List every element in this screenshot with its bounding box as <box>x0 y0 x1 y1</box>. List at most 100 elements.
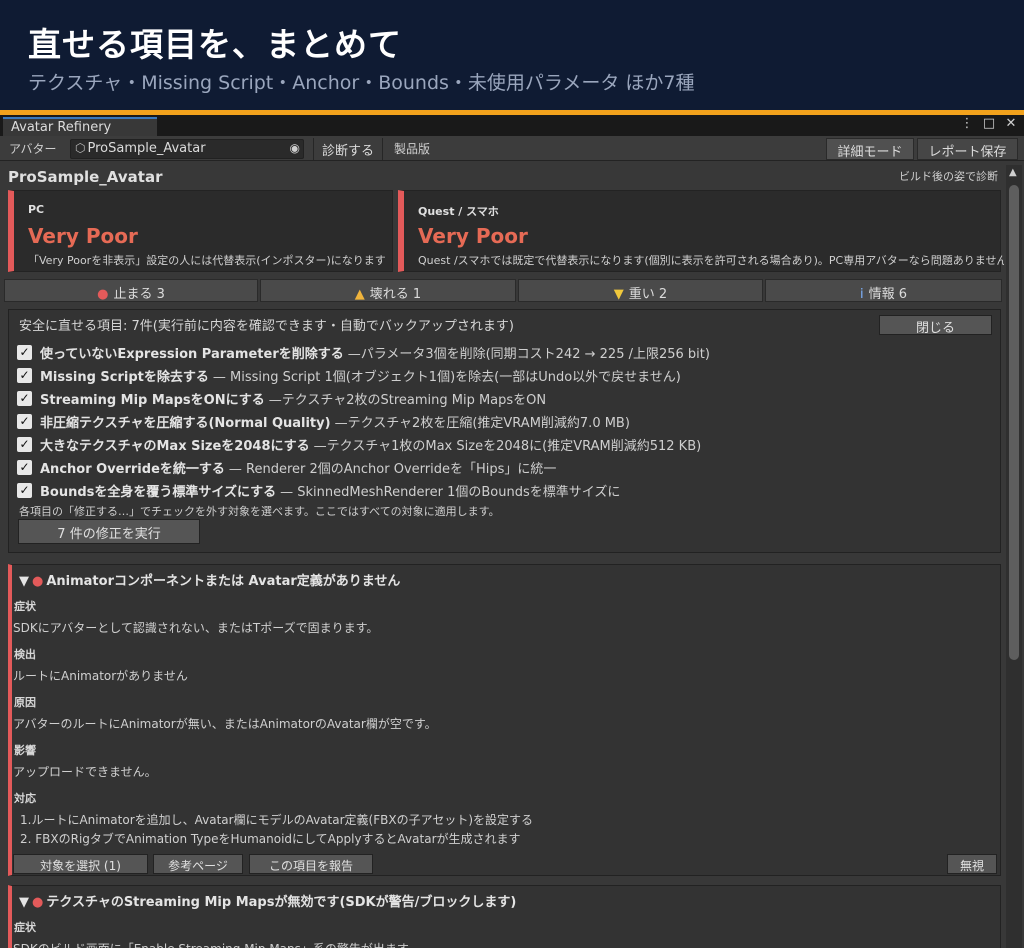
fix-item[interactable]: ✓ 大きなテクスチャのMax Sizeを2048にする —テクスチャ1枚のMax… <box>17 433 701 455</box>
fix-item-title: 使っていないExpression Parameterを削除する <box>40 346 344 362</box>
checkbox-checked-icon[interactable]: ✓ <box>17 436 32 452</box>
red-dot-icon: ● <box>32 895 44 910</box>
avatar-label: アバター <box>9 142 57 156</box>
more-menu-icon[interactable]: ⋮ <box>960 116 974 131</box>
ignore-button[interactable]: 無視 <box>947 854 997 874</box>
detail-mode-toggle[interactable]: 詳細モード <box>826 138 914 160</box>
safe-fix-header: 安全に直せる項目: 7件(実行前に内容を確認できます・自動でバックアップされます… <box>19 319 514 334</box>
quest-performance-rank: Very Poor <box>418 224 528 248</box>
diagnose-button[interactable]: 診断する <box>313 138 383 160</box>
checkbox-checked-icon[interactable]: ✓ <box>17 482 32 498</box>
tab-breaking[interactable]: ▲ 壊れる 1 <box>260 279 516 302</box>
close-icon[interactable]: ✕ <box>1004 116 1018 131</box>
impact-label: 影響 <box>14 744 36 757</box>
fix-step: 1.ルートにAnimatorを追加し、Avatar欄にモデルのAvatar定義(… <box>20 813 534 827</box>
build-note: ビルド後の姿で診断 <box>899 170 998 183</box>
tab-label: 止まる 3 <box>113 287 165 302</box>
fix-item-desc: — SkinnedMeshRenderer 1個のBoundsを標準サイズに <box>280 484 621 500</box>
tab-label: 壊れる 1 <box>369 287 422 302</box>
red-dot-icon: ● <box>97 287 109 302</box>
edition-label: 製品版 <box>394 142 431 156</box>
cube-icon: ⬡ <box>75 141 86 155</box>
checkbox-checked-icon[interactable]: ✓ <box>17 367 32 383</box>
quest-performance-card: Quest / スマホ Very Poor Quest /スマホでは既定で代替表… <box>398 190 1004 272</box>
issue-card: ▼ ● Animatorコンポーネントまたは Avatar定義がありません 症状 S… <box>8 564 1001 876</box>
checkbox-checked-icon[interactable]: ✓ <box>17 413 32 429</box>
fix-item[interactable]: ✓ 非圧縮テクスチャを圧縮する(Normal Quality) —テクスチャ2枚… <box>17 410 630 432</box>
info-icon: i <box>859 287 864 302</box>
down-triangle-icon: ▼ <box>613 287 624 302</box>
symptom-text: SDKにアバターとして認識されない、またはTポーズで固まります。 <box>13 621 379 635</box>
close-fix-panel-button[interactable]: 閉じる <box>879 315 992 336</box>
scrollbar-thumb[interactable] <box>1009 185 1019 660</box>
fix-footnote: 各項目の「修正する…」でチェックを外す対象を選べます。ここではすべての対象に適用… <box>19 505 500 518</box>
safe-fix-panel: 安全に直せる項目: 7件(実行前に内容を確認できます・自動でバックアップされます… <box>8 309 1001 553</box>
toolbar: アバター ⬡ ProSample_Avatar ◉ 診断する 製品版 詳細モード … <box>0 136 1024 161</box>
checkbox-checked-icon[interactable]: ✓ <box>17 459 32 475</box>
fix-item-desc: —パラメータ3個を削除(同期コスト242 → 225 /上限256 bit) <box>347 346 710 362</box>
maximize-icon[interactable]: □ <box>982 116 996 131</box>
tab-label: 情報 6 <box>868 287 908 302</box>
reference-page-button[interactable]: 参考ページ <box>153 854 243 874</box>
fix-item-desc: —テクスチャ2枚のStreaming Mip MapsをON <box>268 392 547 408</box>
scroll-up-icon[interactable]: ▲ <box>1009 167 1017 178</box>
avatar-object-field[interactable]: ⬡ ProSample_Avatar ◉ <box>70 139 304 159</box>
collapse-triangle-icon[interactable]: ▼ <box>19 574 29 589</box>
fix-item[interactable]: ✓ Streaming Mip MapsをONにする —テクスチャ2枚のStre… <box>17 387 546 409</box>
vertical-scrollbar[interactable]: ▲ <box>1006 165 1022 948</box>
symptom-label: 症状 <box>14 921 36 934</box>
fix-item[interactable]: ✓ Boundsを全身を覆う標準サイズにする — SkinnedMeshRend… <box>17 479 620 501</box>
fix-item-title: Boundsを全身を覆う標準サイズにする <box>40 484 277 500</box>
fix-item[interactable]: ✓ 使っていないExpression Parameterを削除する —パラメータ… <box>17 341 710 363</box>
warning-triangle-icon: ▲ <box>354 287 365 302</box>
issue-card: ▼ ● テクスチャのStreaming Mip Mapsが無効です(SDKが警告/ブ… <box>8 885 1001 948</box>
issue-title: テクスチャのStreaming Mip Mapsが無効です(SDKが警告/ブロッ… <box>46 895 517 910</box>
issue-title: Animatorコンポーネントまたは Avatar定義がありません <box>46 574 401 589</box>
symptom-label: 症状 <box>14 600 36 613</box>
window-tabbar: Avatar Refinery ⋮ □ ✕ <box>0 115 1024 136</box>
red-dot-icon: ● <box>32 574 44 589</box>
tab-heavy[interactable]: ▼ 重い 2 <box>518 279 763 302</box>
impact-text: アップロードできません。 <box>13 765 157 779</box>
cause-text: アバターのルートにAnimatorが無い、またはAnimatorのAvatar欄… <box>13 717 437 731</box>
window-controls: ⋮ □ ✕ <box>960 116 1018 131</box>
symptom-text: SDKのビルド画面に「Enable Streaming Mip Maps」系の警… <box>13 940 409 948</box>
window-tab[interactable]: Avatar Refinery <box>3 117 157 136</box>
tab-info[interactable]: i 情報 6 <box>765 279 1002 302</box>
severity-tabs: ● 止まる 3 ▲ 壊れる 1 ▼ 重い 2 i 情報 6 <box>4 279 1002 302</box>
fix-item[interactable]: ✓ Missing Scriptを除去する — Missing Script 1… <box>17 364 681 386</box>
fix-item-title: 非圧縮テクスチャを圧縮する(Normal Quality) <box>40 415 331 431</box>
cause-label: 原因 <box>14 696 36 709</box>
fix-item[interactable]: ✓ Anchor Overrideを統一する — Renderer 2個のAnc… <box>17 456 556 478</box>
quest-platform-label: Quest / スマホ <box>418 205 499 218</box>
detect-text: ルートにAnimatorがありません <box>13 669 188 683</box>
fix-item-desc: —テクスチャ1枚のMax Sizeを2048に(推定VRAM削減約512 KB) <box>313 438 702 454</box>
quest-performance-note: Quest /スマホでは既定で代替表示になります(個別に表示を許可される場合あり… <box>418 254 1004 267</box>
fix-item-desc: — Renderer 2個のAnchor Overrideを「Hips」に統一 <box>228 461 557 477</box>
banner-title: 直せる項目を、まとめて <box>28 25 402 64</box>
checkbox-checked-icon[interactable]: ✓ <box>17 344 32 360</box>
fix-step: 2. FBXのRigタブでAnimation TypeをHumanoidにしてA… <box>20 832 521 846</box>
avatar-field-value: ProSample_Avatar <box>87 141 206 156</box>
pc-performance-note: 「Very Poorを非表示」設定の人には代替表示(インポスター)になります <box>28 254 386 267</box>
pc-performance-card: PC Very Poor 「Very Poorを非表示」設定の人には代替表示(イ… <box>8 190 393 272</box>
select-target-button[interactable]: 対象を選択 (1) <box>13 854 148 874</box>
fix-item-desc: —テクスチャ2枚を圧縮(推定VRAM削減約7.0 MB) <box>334 415 630 431</box>
editor-window: Avatar Refinery ⋮ □ ✕ アバター ⬡ ProSample_Av… <box>0 115 1024 948</box>
save-report-button[interactable]: レポート保存 <box>917 138 1018 160</box>
main-content: ProSample_Avatar ビルド後の姿で診断 PC Very Poor … <box>0 161 1004 948</box>
object-picker-icon[interactable]: ◉ <box>290 141 300 155</box>
checkbox-checked-icon[interactable]: ✓ <box>17 390 32 406</box>
avatar-name-heading: ProSample_Avatar <box>8 168 163 186</box>
detect-label: 検出 <box>14 648 36 661</box>
fix-item-desc: — Missing Script 1個(オブジェクト1個)を除去(一部はUndo… <box>212 369 681 385</box>
collapse-triangle-icon[interactable]: ▼ <box>19 895 29 910</box>
report-issue-button[interactable]: この項目を報告 <box>249 854 373 874</box>
issue-header[interactable]: ▼ ● Animatorコンポーネントまたは Avatar定義がありません <box>19 570 400 589</box>
run-fixes-button[interactable]: 7 件の修正を実行 <box>18 519 200 544</box>
fix-item-title: 大きなテクスチャのMax Sizeを2048にする <box>40 438 310 454</box>
issue-header[interactable]: ▼ ● テクスチャのStreaming Mip Mapsが無効です(SDKが警告/ブ… <box>19 891 516 910</box>
tab-blocking[interactable]: ● 止まる 3 <box>4 279 258 302</box>
fix-item-title: Missing Scriptを除去する <box>40 369 209 385</box>
banner-subtitle: テクスチャ・Missing Script・Anchor・Bounds・未使用パラ… <box>28 72 695 94</box>
